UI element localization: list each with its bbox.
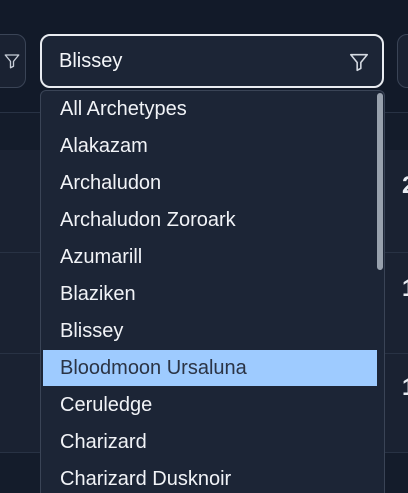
right-filter-select[interactable] [397,34,408,88]
archetype-dropdown-list[interactable]: All Archetypes Alakazam Archaludon Archa… [40,90,385,493]
archetype-select[interactable]: Blissey [40,34,384,88]
row-value: 2 [402,172,408,200]
row-value: 1 [402,374,408,402]
page: 2 1 1 Blissey All Archetypes Alakazam Ar… [0,0,408,493]
scrollbar-thumb[interactable] [377,93,383,270]
dropdown-option[interactable]: Ceruledge [43,387,377,423]
dropdown-option[interactable]: Charizard Dusknoir [43,461,377,493]
dropdown-option[interactable]: All Archetypes [43,91,377,127]
row-value: 1 [402,275,408,303]
dropdown-scrollbar[interactable] [376,91,384,493]
dropdown-option[interactable]: Blaziken [43,276,377,312]
dropdown-option[interactable]: Archaludon Zoroark [43,202,377,238]
dropdown-option[interactable]: Charizard [43,424,377,460]
dropdown-option[interactable]: Alakazam [43,128,377,164]
dropdown-option[interactable]: Archaludon [43,165,377,201]
dropdown-option-highlighted[interactable]: Bloodmoon Ursaluna [43,350,377,386]
dropdown-option[interactable]: Blissey [43,313,377,349]
filter-icon [4,54,20,69]
dropdown-option[interactable]: Azumarill [43,239,377,275]
left-filter-select[interactable] [0,34,26,88]
filter-icon [349,53,369,72]
select-current-value: Blissey [59,50,123,72]
